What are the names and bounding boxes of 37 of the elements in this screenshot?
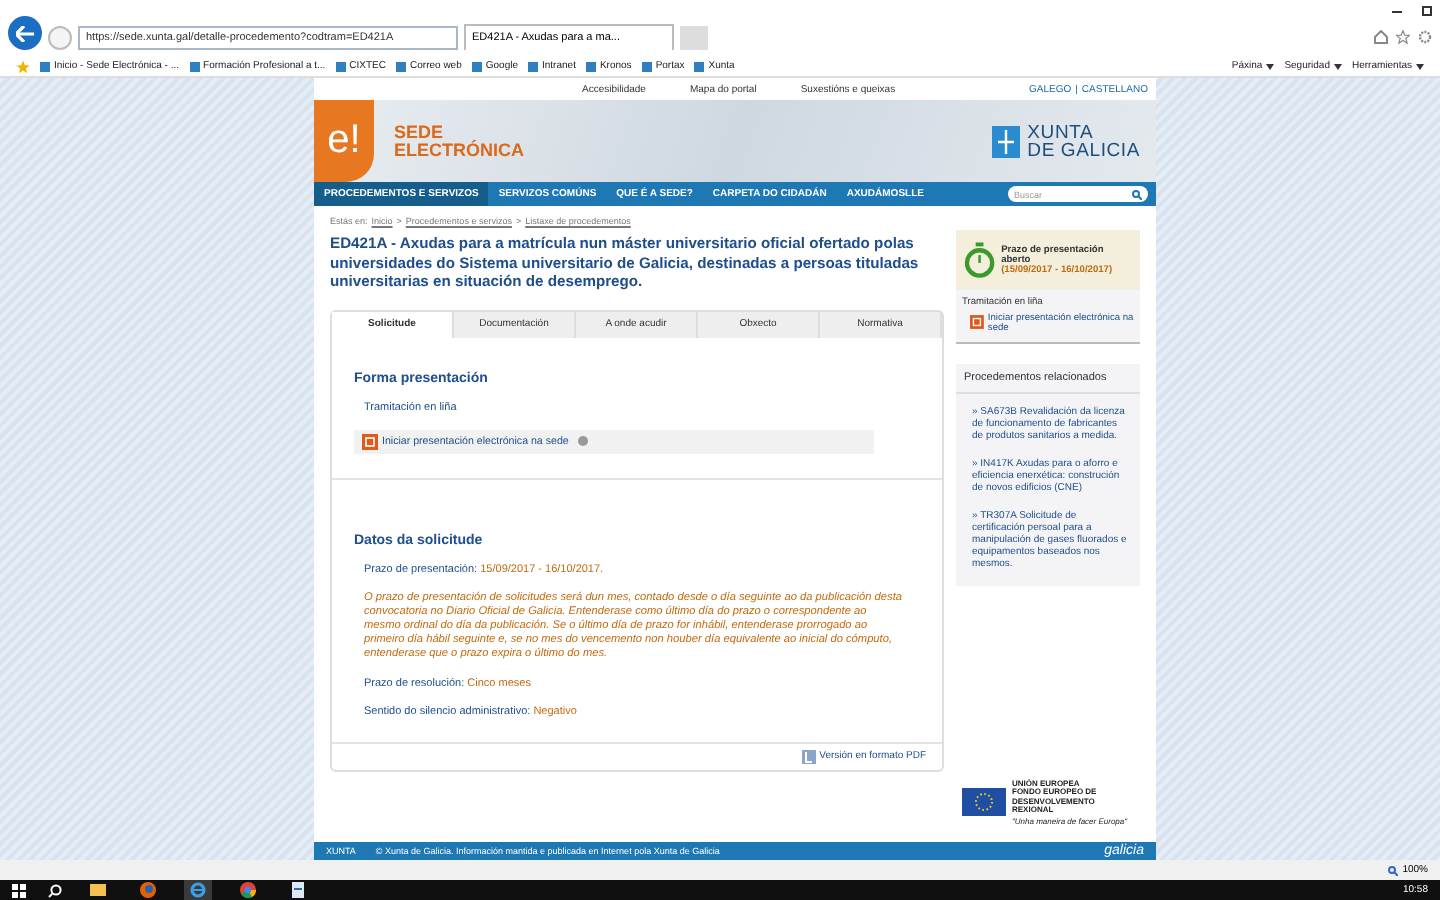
document-icon <box>362 433 378 449</box>
page-icon <box>694 61 705 71</box>
page-icon <box>40 61 50 71</box>
browser-icon[interactable] <box>240 882 256 898</box>
page-icon <box>335 61 346 71</box>
eu-flag-icon <box>962 788 1006 816</box>
back-button[interactable] <box>8 16 42 50</box>
back-arrow-icon[interactable] <box>16 25 34 41</box>
page-icon <box>585 61 596 71</box>
logo-mark: e! <box>314 100 374 182</box>
page-icon <box>528 61 538 71</box>
caret-icon <box>1416 63 1424 69</box>
emblem-icon <box>991 125 1020 157</box>
site-title: SEDE ELECTRÓNICA <box>394 123 524 159</box>
home-icon[interactable] <box>1374 30 1388 44</box>
page-icon <box>396 61 407 71</box>
taskbar-app[interactable] <box>234 880 262 900</box>
document-icon[interactable] <box>292 882 304 898</box>
stopwatch-icon <box>964 242 996 278</box>
xunta-logo-text: XUNTA DE GALICIA <box>1027 123 1140 159</box>
restore-icon[interactable] <box>1422 6 1432 16</box>
favorites-star-icon[interactable] <box>16 59 30 73</box>
minimize-icon[interactable] <box>1392 6 1402 16</box>
caret-icon <box>1266 63 1275 69</box>
star-icon[interactable] <box>1396 30 1410 44</box>
page-icon <box>641 61 652 71</box>
zoom-icon[interactable] <box>1388 865 1399 875</box>
start-icon[interactable] <box>12 883 26 897</box>
document-icon <box>970 314 984 330</box>
taskbar-app[interactable] <box>84 880 112 900</box>
pdf-icon <box>801 749 816 763</box>
help-icon[interactable] <box>578 436 589 446</box>
caret-icon <box>1333 63 1342 69</box>
page-icon <box>471 61 482 71</box>
page-icon <box>189 61 200 71</box>
browser-icon[interactable] <box>140 882 156 898</box>
settings-icon[interactable] <box>1418 30 1432 44</box>
